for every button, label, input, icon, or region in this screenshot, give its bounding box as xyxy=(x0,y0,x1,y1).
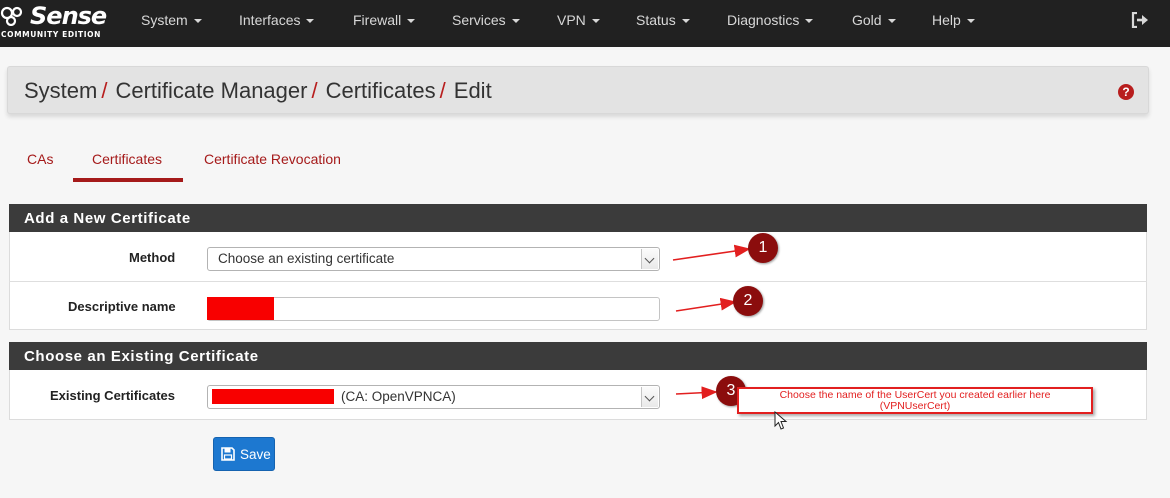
breadcrumb-certificate-manager[interactable]: Certificate Manager xyxy=(115,78,307,103)
tab-certificate-revocation[interactable]: Certificate Revocation xyxy=(204,151,341,167)
floppy-disk-icon xyxy=(221,447,235,461)
nav-help[interactable]: Help xyxy=(932,12,975,28)
panel-title-add-certificate: Add a New Certificate xyxy=(9,204,1147,232)
row-divider xyxy=(9,281,1147,282)
logo-text: Sense xyxy=(30,2,107,30)
annotation-marker-2: 2 xyxy=(733,286,763,316)
method-label: Method xyxy=(129,250,176,265)
caret-down-icon xyxy=(193,19,202,24)
mouse-cursor-icon xyxy=(774,411,788,430)
nav-interfaces[interactable]: Interfaces xyxy=(239,12,315,28)
question-circle-icon[interactable]: ? xyxy=(1118,84,1134,100)
logo-edition: COMMUNITY EDITION xyxy=(1,30,102,39)
caret-down-icon xyxy=(511,19,520,24)
nav-gold[interactable]: Gold xyxy=(852,12,896,28)
save-button-label: Save xyxy=(240,447,271,462)
descriptive-name-label: Descriptive name xyxy=(68,299,176,314)
annotation-note-line-2: (VPNUserCert) xyxy=(879,400,951,412)
nav-system[interactable]: System xyxy=(141,12,202,28)
active-tab-indicator xyxy=(73,178,183,182)
top-navbar: Sense COMMUNITY EDITION System Interface… xyxy=(0,0,1170,47)
pfsense-logo[interactable]: Sense COMMUNITY EDITION xyxy=(0,2,112,42)
chevron-down-icon xyxy=(641,249,658,269)
save-button[interactable]: Save xyxy=(213,437,275,471)
caret-down-icon xyxy=(591,19,600,24)
existing-certificates-value: (CA: OpenVPNCA) xyxy=(341,389,456,404)
caret-down-icon xyxy=(681,19,690,24)
nav-firewall[interactable]: Firewall xyxy=(353,12,416,28)
annotation-marker-1: 1 xyxy=(748,233,778,263)
page-header: System / Certificate Manager / Certificates /… xyxy=(7,66,1149,114)
redaction-mark xyxy=(207,297,274,320)
breadcrumb-system[interactable]: System xyxy=(24,78,97,103)
tab-cas[interactable]: CAs xyxy=(27,151,53,167)
caret-down-icon xyxy=(887,19,896,24)
caret-down-icon xyxy=(805,19,814,24)
sign-out-icon[interactable] xyxy=(1131,12,1149,28)
logo-gears-icon xyxy=(0,6,23,26)
nav-status[interactable]: Status xyxy=(636,12,690,28)
caret-down-icon xyxy=(966,19,975,24)
descriptive-name-input[interactable] xyxy=(207,297,660,321)
breadcrumb-edit: Edit xyxy=(453,78,492,103)
nav-vpn[interactable]: VPN xyxy=(557,12,600,28)
tab-certificates[interactable]: Certificates xyxy=(92,151,162,167)
caret-down-icon xyxy=(306,19,315,24)
breadcrumb: System / Certificate Manager / Certificates /… xyxy=(24,78,492,103)
chevron-down-icon xyxy=(641,387,658,407)
annotation-note: Choose the name of the UserCert you crea… xyxy=(737,387,1093,414)
existing-certificates-label: Existing Certificates xyxy=(50,388,175,403)
method-select[interactable]: Choose an existing certificate xyxy=(207,247,660,271)
method-select-value: Choose an existing certificate xyxy=(218,251,395,266)
redaction-mark xyxy=(212,389,334,404)
breadcrumb-certificates[interactable]: Certificates xyxy=(326,78,436,103)
caret-down-icon xyxy=(407,19,416,24)
nav-services[interactable]: Services xyxy=(452,12,520,28)
panel-title-existing-certificate: Choose an Existing Certificate xyxy=(9,342,1147,370)
nav-diagnostics[interactable]: Diagnostics xyxy=(727,12,814,28)
